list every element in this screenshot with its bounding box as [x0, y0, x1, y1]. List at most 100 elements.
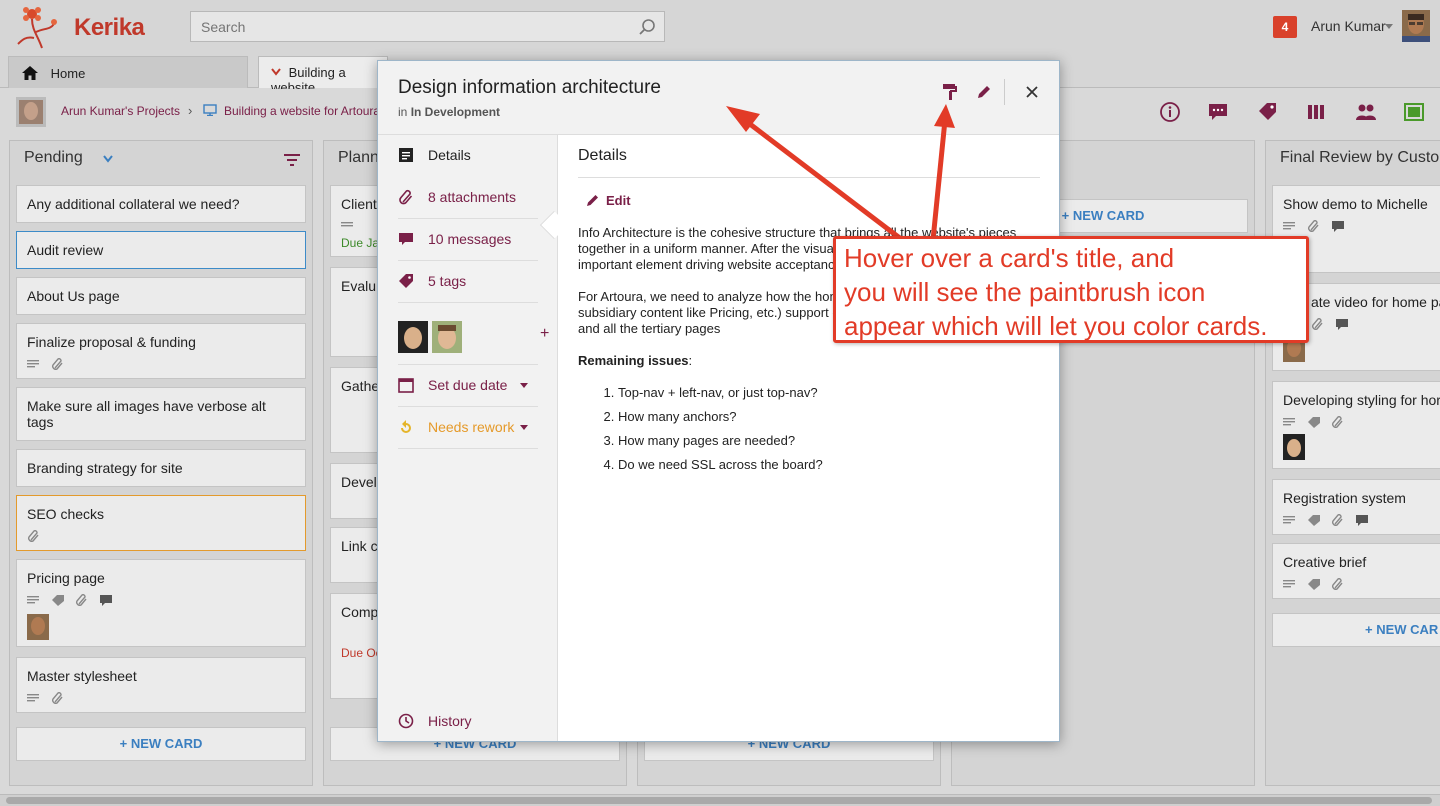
list-item[interactable]: Any additional collateral we need?: [16, 185, 306, 223]
sidebar-item-due-date[interactable]: Set due date: [398, 365, 538, 407]
sidebar-item-details[interactable]: Details: [398, 135, 538, 177]
rework-icon: [401, 420, 411, 433]
team-icon[interactable]: [1355, 101, 1377, 123]
home-icon: [22, 66, 38, 80]
details-heading: Details: [578, 147, 627, 164]
edit-button[interactable]: Edit: [586, 193, 631, 208]
card-title[interactable]: Evalu: [341, 278, 376, 294]
search-icon[interactable]: [638, 18, 656, 36]
columns-icon[interactable]: [1305, 101, 1327, 123]
horizontal-scrollbar[interactable]: [0, 794, 1440, 806]
list-item[interactable]: Developing styling for hor: [1272, 381, 1440, 469]
chevron-down-icon[interactable]: [103, 155, 113, 163]
card-title[interactable]: About Us page: [27, 288, 120, 304]
card-title[interactable]: Comp: [341, 604, 378, 620]
add-member-button[interactable]: +: [540, 325, 549, 343]
list-item[interactable]: Branding strategy for site: [16, 449, 306, 487]
column-pending: Pending Any additional collateral we nee…: [9, 140, 313, 786]
card-title[interactable]: Link c: [341, 538, 378, 554]
user-menu-chevron-icon[interactable]: [1385, 24, 1393, 29]
issues-list: Top-nav + left-nav, or just top-nav? How…: [578, 381, 1018, 477]
avatar[interactable]: [432, 321, 462, 353]
card-title[interactable]: Master stylesheet: [27, 668, 137, 684]
scrollbar-thumb[interactable]: [6, 797, 1432, 804]
sidebar-item-status[interactable]: Needs rework: [398, 407, 538, 449]
description-icon: [1283, 418, 1295, 426]
card-title[interactable]: Design information architecture: [398, 77, 661, 99]
history-icon: [398, 713, 414, 729]
card-title[interactable]: Devel: [341, 474, 377, 490]
search-box[interactable]: [190, 11, 665, 42]
avatar[interactable]: [27, 614, 49, 640]
paperclip-icon: [52, 358, 63, 370]
list-item[interactable]: Pricing page: [16, 559, 306, 647]
card-title[interactable]: Finalize proposal & funding: [27, 334, 196, 350]
sidebar-item-members[interactable]: +: [398, 303, 549, 365]
sidebar-item-label: Needs rework: [428, 419, 515, 435]
card-title[interactable]: Registration system: [1283, 490, 1406, 506]
list-item[interactable]: Finalize proposal & funding: [16, 323, 306, 379]
sidebar-item-history[interactable]: History: [398, 701, 538, 743]
avatar[interactable]: [1283, 434, 1305, 460]
user-name[interactable]: Arun Kumar: [1311, 18, 1386, 34]
tab-project[interactable]: Building a website: [258, 56, 388, 95]
list-item[interactable]: Master stylesheet: [16, 657, 306, 713]
owner-avatar[interactable]: [16, 97, 46, 127]
modal-header: Design information architecture in In De…: [378, 61, 1059, 135]
user-avatar[interactable]: [1402, 10, 1430, 42]
sidebar-item-tags[interactable]: 5 tags: [398, 261, 538, 303]
breadcrumb-projects[interactable]: Arun Kumar's Projects: [61, 104, 180, 118]
chevron-down-icon[interactable]: [520, 425, 528, 430]
card-title[interactable]: Gathe: [341, 378, 379, 394]
list-item[interactable]: Registration system: [1272, 479, 1440, 535]
filter-icon[interactable]: [284, 153, 300, 167]
paperclip-icon: [28, 530, 39, 542]
fullscreen-icon[interactable]: [1403, 101, 1425, 123]
card-title[interactable]: Any additional collateral we need?: [27, 196, 239, 212]
avatar[interactable]: [398, 321, 428, 353]
breadcrumb-board[interactable]: Building a website for Artoura: [224, 104, 380, 118]
card-title[interactable]: Developing styling for hor: [1283, 392, 1440, 408]
notification-badge[interactable]: 4: [1273, 16, 1297, 38]
card-title[interactable]: Make sure all images have verbose alt ta…: [27, 398, 266, 430]
pencil-icon[interactable]: [975, 83, 993, 101]
list-item[interactable]: Make sure all images have verbose alt ta…: [16, 387, 306, 441]
tab-home[interactable]: Home: [8, 56, 248, 88]
chat-icon: [1336, 319, 1348, 330]
sidebar-item-label: Set due date: [428, 377, 508, 393]
kerika-logo[interactable]: Kerika: [14, 2, 145, 52]
card-title[interactable]: Show demo to Michelle: [1283, 196, 1428, 212]
list-item[interactable]: SEO checks: [16, 495, 306, 551]
column-title[interactable]: Final Review by Custo: [1280, 149, 1439, 167]
list-item: Top-nav + left-nav, or just top-nav?: [618, 381, 1018, 405]
tag-icon: [1308, 515, 1320, 526]
card-column-prefix: in: [398, 105, 408, 119]
chat-icon[interactable]: [1207, 101, 1229, 123]
list-item[interactable]: About Us page: [16, 277, 306, 315]
close-icon[interactable]: [1023, 83, 1041, 101]
column-title[interactable]: Planni: [338, 149, 382, 167]
chevron-down-icon[interactable]: [271, 68, 281, 76]
plus-icon: +: [1061, 208, 1073, 223]
column-title[interactable]: Pending: [24, 149, 83, 167]
card-title[interactable]: Pricing page: [27, 570, 105, 586]
chat-icon: [1332, 221, 1344, 232]
card-title[interactable]: SEO checks: [27, 506, 104, 522]
sidebar-item-messages[interactable]: 10 messages: [398, 219, 538, 261]
card-title[interactable]: Creative brief: [1283, 554, 1366, 570]
chevron-down-icon[interactable]: [520, 383, 528, 388]
search-input[interactable]: [191, 12, 631, 41]
list-item[interactable]: Audit review: [16, 231, 306, 269]
new-card-button[interactable]: + NEW CAR: [1272, 613, 1440, 647]
card-title[interactable]: Audit review: [27, 242, 103, 258]
header-divider: [1004, 79, 1005, 105]
sidebar-item-attachments[interactable]: 8 attachments: [398, 177, 538, 219]
info-icon[interactable]: [1159, 101, 1181, 123]
list-item[interactable]: Creative brief: [1272, 543, 1440, 599]
new-card-button[interactable]: + NEW CARD: [16, 727, 306, 761]
card-title[interactable]: Client: [341, 196, 377, 212]
new-card-label: NEW CARD: [130, 736, 203, 751]
tag-icon[interactable]: [1256, 101, 1278, 123]
paintbrush-icon[interactable]: [941, 83, 959, 101]
card-title[interactable]: Branding strategy for site: [27, 460, 183, 476]
